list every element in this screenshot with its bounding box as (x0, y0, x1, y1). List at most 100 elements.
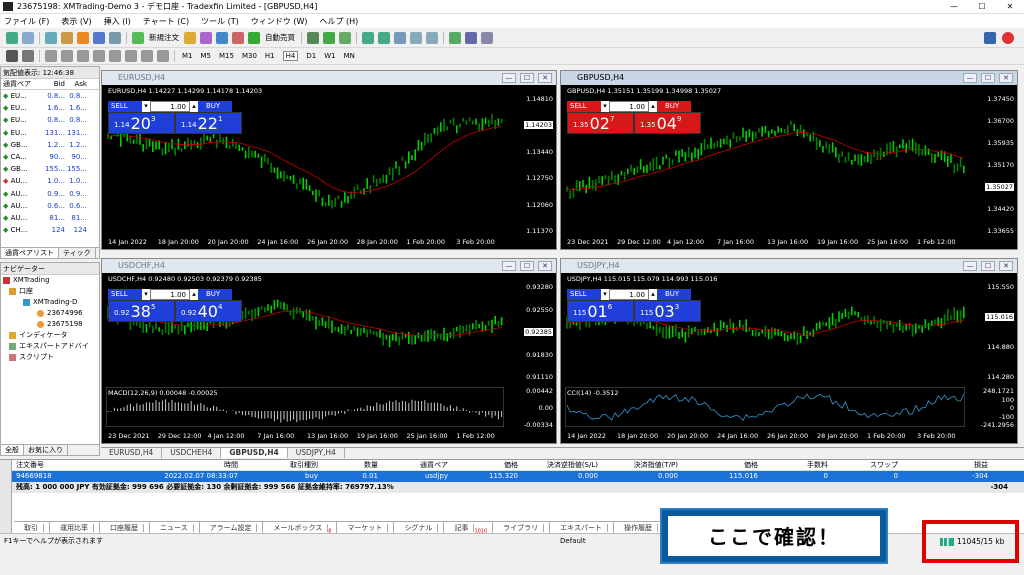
market-watch-row[interactable]: ◆ EU... 1.6... 1.6... (1, 102, 99, 114)
chart-shift-icon[interactable] (426, 31, 438, 44)
market-watch-row[interactable]: ◆ EU... 0.8... 0.8... (1, 114, 99, 126)
terminal-tab[interactable]: ニュース (150, 522, 200, 533)
market-watch-row[interactable]: ◆ AU... 0.9... 0.9... (1, 188, 99, 200)
column-header[interactable]: 損益 (902, 460, 992, 470)
indicators-icon[interactable] (449, 31, 461, 44)
column-header[interactable]: 時間 (132, 460, 242, 470)
market-watch-row[interactable]: ◆ AU... 1.0... 1.0... (1, 175, 99, 187)
chart-close-button[interactable]: ✕ (999, 73, 1013, 83)
signals-icon[interactable] (200, 31, 212, 44)
column-header[interactable]: 決済逆指値(S/L) (522, 460, 602, 470)
auto-trading-icon[interactable] (248, 31, 260, 44)
lot-dropdown-icon[interactable]: ▾ (142, 289, 150, 300)
tf-mn[interactable]: MN (344, 52, 355, 60)
tf-h1[interactable]: H1 (265, 52, 275, 60)
market-watch-row[interactable]: ◆ EU... 0.8... 0.8... (1, 90, 99, 102)
sell-button[interactable]: 115 01 6 (567, 300, 634, 322)
new-order-button[interactable]: 新規注文 (149, 32, 179, 43)
chart-maximize-button[interactable]: ☐ (981, 73, 995, 83)
lot-stepper-icon[interactable]: ▴ (190, 101, 198, 112)
lot-stepper-icon[interactable]: ▴ (649, 289, 657, 300)
nav-account-2[interactable]: 23675198 (1, 319, 99, 330)
column-header[interactable]: 取引種別 (242, 460, 322, 470)
col-bid[interactable]: Bid (43, 79, 65, 89)
chart-tab-eurusd[interactable]: EURUSD,H4 (101, 448, 163, 458)
chart-window-usdchf[interactable]: USDCHF,H4— ☐ ✕ USDCHF,H4 0.92480 0.92503 0.… (101, 258, 557, 444)
terminal-tab[interactable]: 口座履歴 (100, 522, 150, 533)
terminal-tab[interactable]: メールボックス 8 (263, 522, 338, 534)
column-header[interactable]: 手数料 (762, 460, 832, 470)
sell-button[interactable]: 1.14 20 3 (108, 112, 175, 134)
equidistant-channel-icon[interactable] (93, 50, 105, 62)
market-watch-row[interactable]: ◆ CA... 90... 90... (1, 151, 99, 163)
tab-favorites[interactable]: お気に入り (24, 445, 68, 455)
chart-window-gbpusd[interactable]: GBPUSD,H4— ☐ ✕ GBPUSD,H4 1.35151 1.35199 1.… (560, 70, 1018, 250)
fibonacci-icon[interactable] (109, 50, 121, 62)
column-header[interactable]: スワップ (832, 460, 902, 470)
menu-window[interactable]: ウィンドウ (W) (251, 16, 308, 27)
terminal-tab[interactable]: 運用比率 (50, 522, 100, 533)
market-watch-row[interactable]: ◆ GB... 1.2... 1.2... (1, 139, 99, 151)
periods-icon[interactable] (465, 31, 477, 44)
arrows-icon[interactable] (157, 50, 169, 62)
menu-tools[interactable]: ツール (T) (201, 16, 239, 27)
buy-button[interactable]: 115 03 3 (634, 300, 701, 322)
close-button[interactable]: ✕ (996, 0, 1024, 14)
sell-label[interactable]: SELL (108, 289, 142, 300)
navigator-icon[interactable] (77, 31, 89, 44)
text-label-icon[interactable] (141, 50, 153, 62)
terminal-icon[interactable] (93, 31, 105, 44)
terminal-tab[interactable]: エキスパート (550, 522, 614, 533)
chart-maximize-button[interactable]: ☐ (520, 261, 534, 271)
chart-close-button[interactable]: ✕ (999, 261, 1013, 271)
chart-maximize-button[interactable]: ☐ (520, 73, 534, 83)
order-row[interactable]: 94669818 2022.02.07 08:33:07 buy 0.01 usdjpy… (12, 471, 1024, 482)
cci-plot[interactable] (565, 387, 965, 427)
nav-account-1[interactable]: 23674996 (1, 308, 99, 319)
vps-icon[interactable] (232, 31, 244, 44)
text-icon[interactable] (125, 50, 137, 62)
sell-button[interactable]: 0.92 38 5 (108, 300, 175, 322)
auto-trading-button[interactable]: 自動売買 (265, 32, 295, 43)
chart-minimize-button[interactable]: — (502, 261, 516, 271)
terminal-tab[interactable]: 取引 (14, 522, 50, 533)
zoom-in-icon[interactable] (362, 31, 374, 44)
lot-size-input[interactable]: 1.00 (609, 101, 649, 112)
lot-dropdown-icon[interactable]: ▾ (601, 101, 609, 112)
chart-minimize-button[interactable]: — (502, 73, 516, 83)
sell-label[interactable]: SELL (567, 101, 601, 112)
strategy-tester-icon[interactable] (109, 31, 121, 44)
lot-size-input[interactable]: 1.00 (609, 289, 649, 300)
column-header[interactable]: 決済指値(T/P) (602, 460, 682, 470)
tab-tick[interactable]: ティック (59, 248, 96, 258)
chart-window-eurusd[interactable]: EURUSD,H4— ☐ ✕ EURUSD,H4 1.14227 1.14299 1.… (101, 70, 557, 250)
terminal-tab[interactable]: シグナル (394, 522, 445, 533)
cursor-icon[interactable] (6, 50, 18, 62)
buy-button[interactable]: 0.92 40 4 (175, 300, 242, 322)
tf-m15[interactable]: M15 (219, 52, 234, 60)
sell-label[interactable]: SELL (108, 101, 142, 112)
chart-close-button[interactable]: ✕ (538, 73, 552, 83)
nav-scripts[interactable]: スクリプト (1, 352, 99, 363)
connection-status[interactable]: 11045/15 kb (940, 536, 1010, 547)
minimize-button[interactable]: — (940, 0, 968, 14)
lot-stepper-icon[interactable]: ▴ (190, 289, 198, 300)
tf-m5[interactable]: M5 (201, 52, 212, 60)
buy-label[interactable]: BUY (198, 101, 232, 112)
new-order-icon[interactable] (132, 31, 144, 44)
market-icon[interactable] (216, 31, 228, 44)
nav-accounts[interactable]: 口座 (1, 286, 99, 297)
col-ask[interactable]: Ask (65, 79, 88, 89)
horizontal-line-icon[interactable] (61, 50, 73, 62)
chart-minimize-button[interactable]: — (963, 261, 977, 271)
vertical-line-icon[interactable] (45, 50, 57, 62)
maximize-button[interactable]: ☐ (968, 0, 996, 14)
nav-root[interactable]: XMTrading (1, 275, 99, 286)
column-header[interactable]: 数量 (322, 460, 382, 470)
column-header[interactable]: 通貨ペア (382, 460, 452, 470)
trendline-icon[interactable] (77, 50, 89, 62)
nav-experts[interactable]: エキスパートアドバイ (1, 341, 99, 352)
sell-label[interactable]: SELL (567, 289, 601, 300)
tf-m1[interactable]: M1 (182, 52, 193, 60)
tf-h4[interactable]: H4 (282, 51, 299, 61)
